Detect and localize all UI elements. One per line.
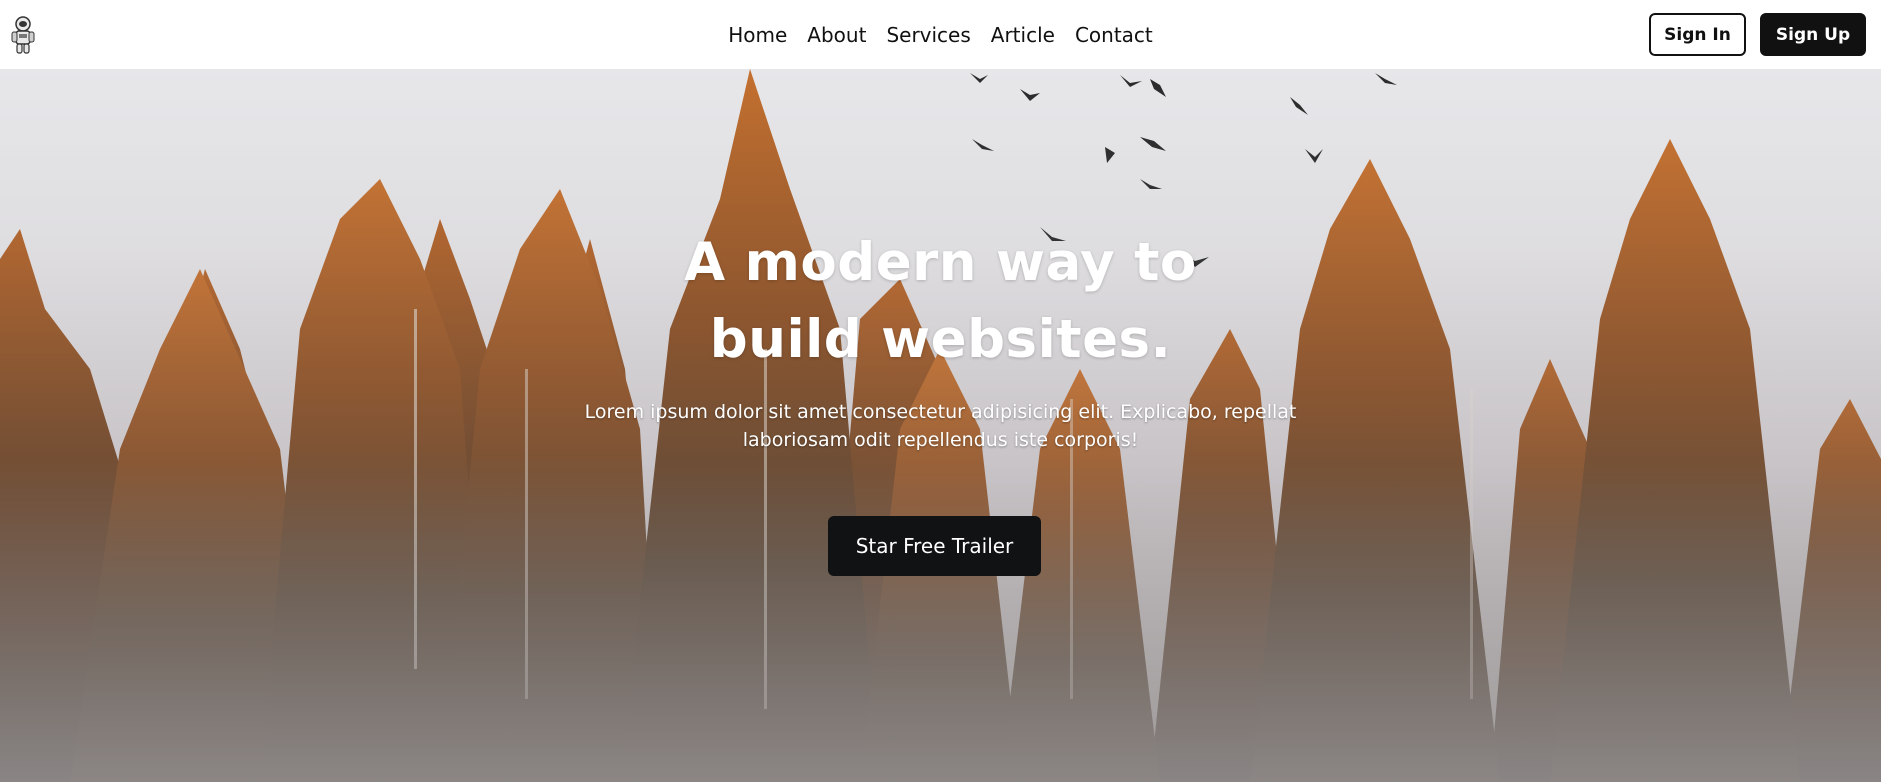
free-trial-button[interactable]: Star Free Trailer: [828, 516, 1041, 576]
astronaut-icon[interactable]: [8, 14, 38, 56]
hero-title-line-2: build websites.: [709, 309, 1172, 370]
nav-article-link[interactable]: Article: [991, 25, 1055, 45]
nav-contact-link[interactable]: Contact: [1075, 25, 1153, 45]
nav-about-link[interactable]: About: [807, 25, 866, 45]
nav-home-link[interactable]: Home: [728, 25, 787, 45]
sign-up-button[interactable]: Sign Up: [1760, 13, 1866, 56]
site-header: Home About Services Article Contact Sign…: [0, 0, 1881, 69]
hero-section: A modern way to build websites. Lorem ip…: [0, 69, 1881, 782]
hero-title: A modern way to build websites.: [0, 224, 1881, 378]
hero-content: A modern way to build websites. Lorem ip…: [0, 69, 1881, 782]
main-nav: Home About Services Article Contact: [728, 0, 1153, 69]
nav-services-link[interactable]: Services: [886, 25, 970, 45]
hero-title-line-1: A modern way to: [684, 232, 1197, 293]
sign-in-button[interactable]: Sign In: [1649, 13, 1746, 56]
hero-subtitle: Lorem ipsum dolor sit amet consectetur a…: [584, 401, 1297, 451]
auth-buttons: Sign In Sign Up: [1649, 13, 1866, 56]
